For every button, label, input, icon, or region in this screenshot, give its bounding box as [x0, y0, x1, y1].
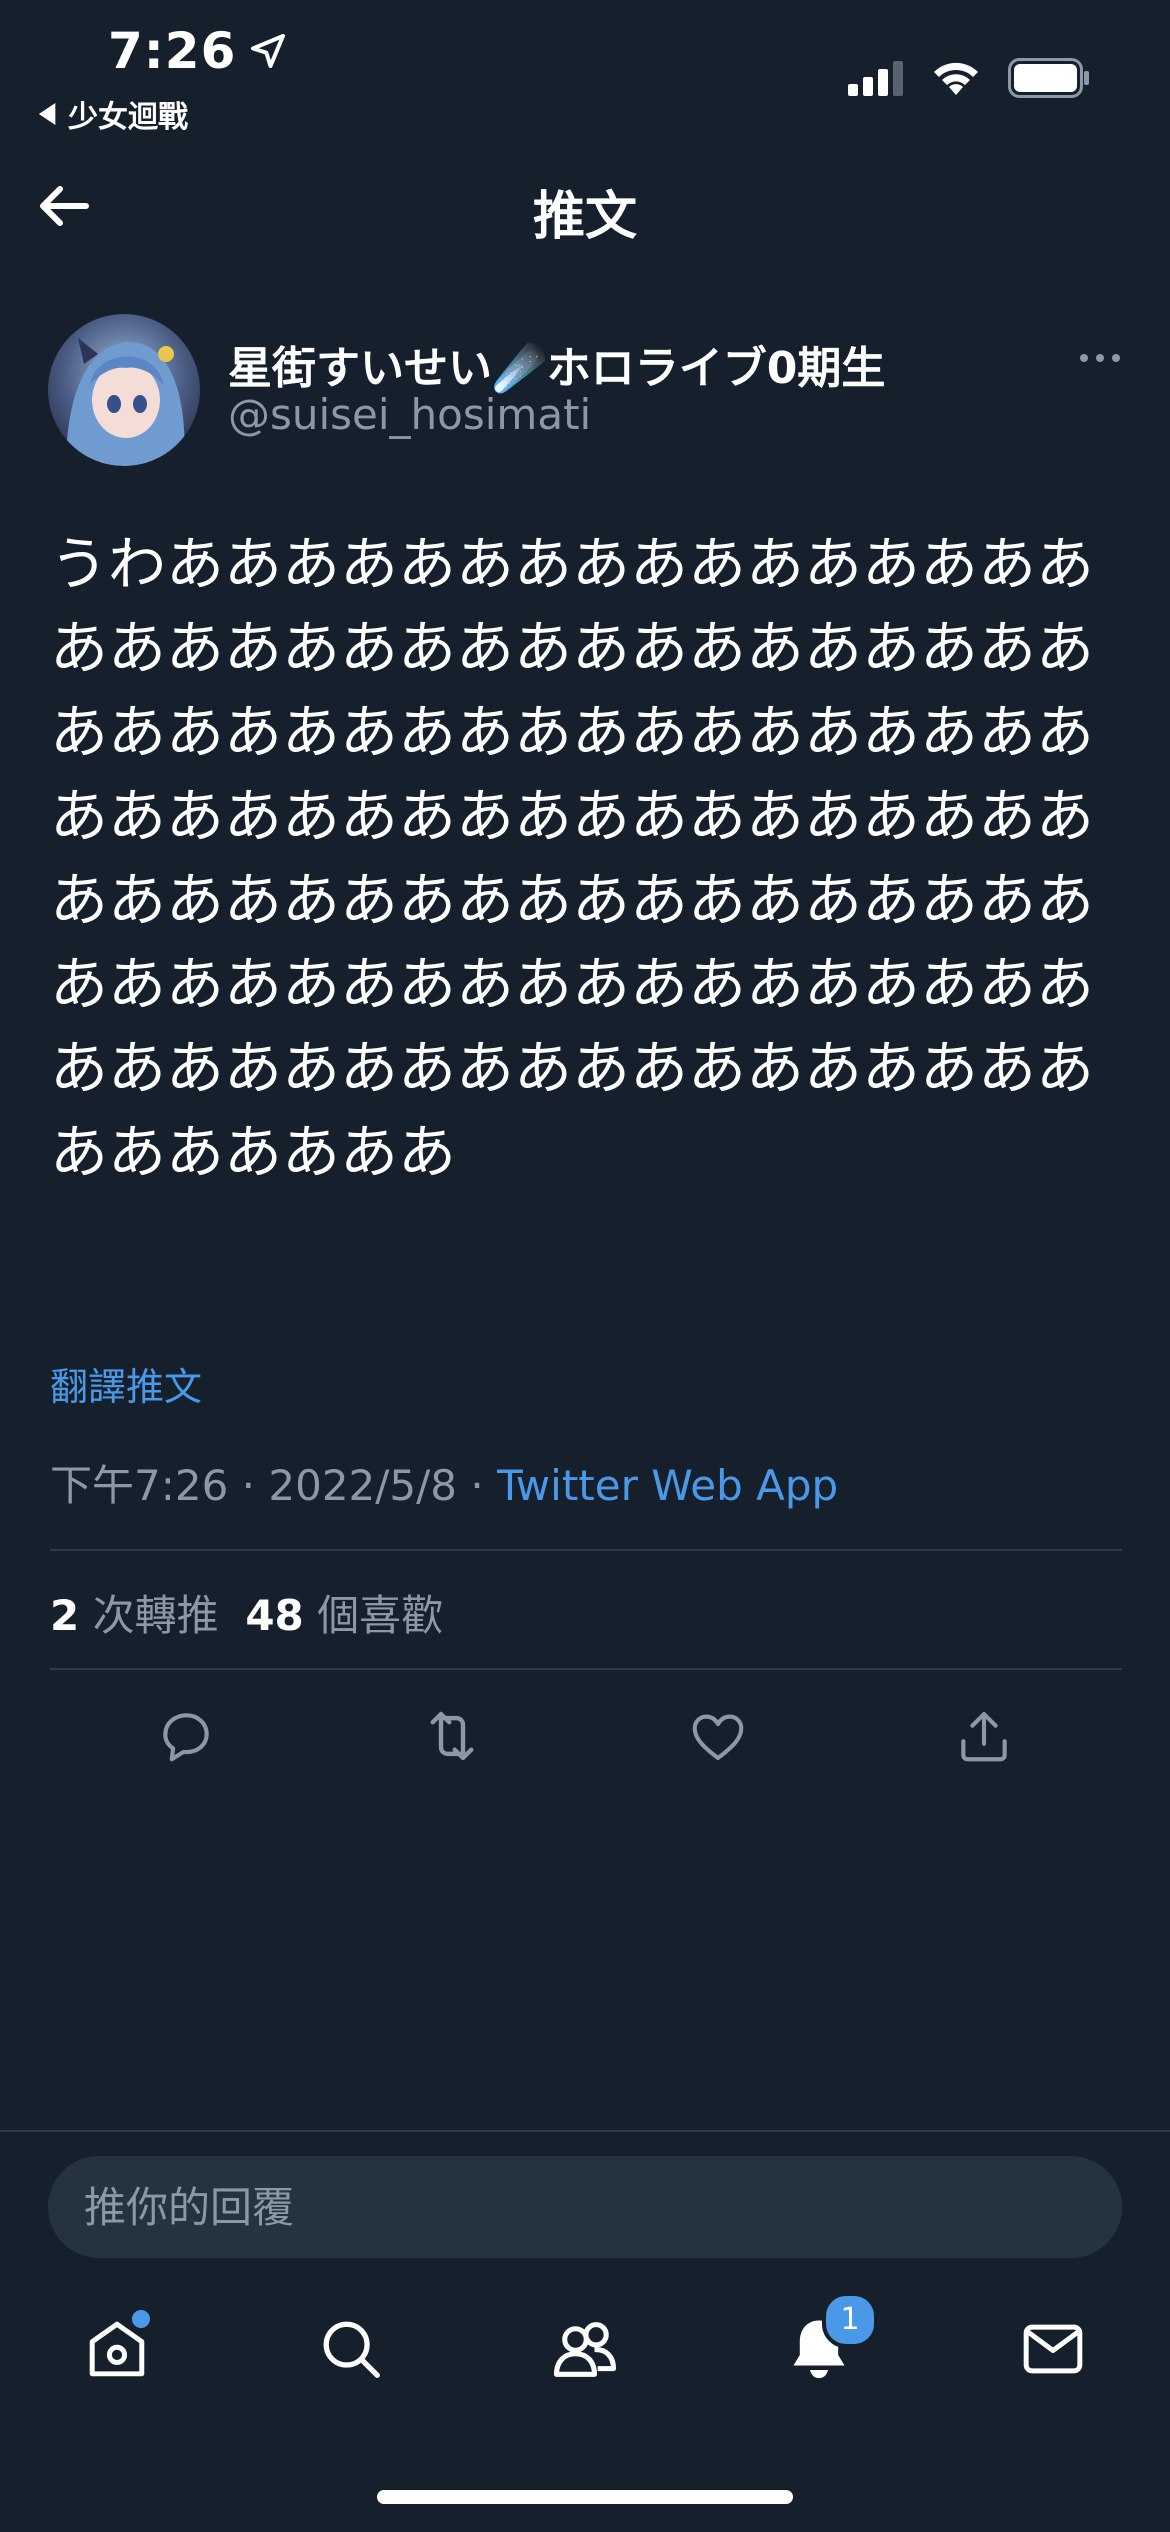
top-bar: 推文 [0, 150, 1170, 260]
tab-home[interactable] [72, 2304, 162, 2394]
communities-icon [553, 2322, 617, 2377]
retweet-button[interactable] [416, 1700, 488, 1772]
divider [50, 1668, 1122, 1670]
meta-separator: · [457, 1461, 498, 1510]
retweets-count: 2 [50, 1591, 80, 1640]
battery-icon [1008, 58, 1089, 98]
back-triangle-icon [38, 103, 56, 125]
tweet-author: 星街すいせい☄️ホロライブ0期生 @suisei_hosimati [48, 310, 1122, 470]
likes-label: 個喜歡 [317, 1591, 444, 1640]
home-unread-dot [132, 2310, 150, 2328]
status-indicators [848, 58, 1090, 98]
reply-input[interactable] [48, 2156, 1122, 2258]
back-to-app[interactable]: 少女迴戰 [38, 92, 188, 136]
share-icon [961, 1711, 1007, 1762]
tweet-stats: 2 次轉推 48 個喜歡 [50, 1582, 443, 1643]
retweets-label: 次轉推 [92, 1591, 219, 1640]
mail-icon [1023, 2324, 1083, 2374]
retweets-stat[interactable]: 2 次轉推 [50, 1591, 219, 1640]
share-button[interactable] [948, 1700, 1020, 1772]
translate-tweet-link[interactable]: 翻譯推文 [50, 1356, 202, 1411]
tweet-metadata: 下午7:26 · 2022/5/8 · Twitter Web App [50, 1452, 838, 1513]
display-name-label: 星街すいせい☄️ホロライブ0期生 [228, 343, 886, 394]
display-name[interactable]: 星街すいせい☄️ホロライブ0期生 [228, 332, 885, 396]
location-arrow-icon [251, 34, 286, 68]
tweet-date: 2022/5/8 [268, 1461, 458, 1510]
wifi-icon [934, 62, 978, 95]
back-app-label: 少女迴戰 [68, 100, 188, 135]
avatar[interactable] [48, 314, 200, 466]
reply-button[interactable] [150, 1700, 222, 1772]
tab-search[interactable] [306, 2304, 396, 2394]
bottom-tab-bar: 1 [0, 2292, 1170, 2410]
meta-separator: · [228, 1461, 269, 1510]
retweet-icon [430, 1711, 474, 1761]
page-title: 推文 [532, 187, 637, 247]
divider [0, 2130, 1170, 2132]
notifications-badge: 1 [822, 2292, 878, 2348]
tweet-time: 下午7:26 [50, 1461, 229, 1510]
status-time: 7:26 [108, 22, 288, 80]
heart-icon [692, 1714, 744, 1761]
tab-communities[interactable] [540, 2304, 630, 2394]
likes-count: 48 [245, 1591, 304, 1640]
divider [50, 1549, 1122, 1551]
home-indicator[interactable] [377, 2490, 793, 2504]
search-icon [323, 2321, 380, 2378]
avatar-image [48, 314, 200, 466]
tweet-text: うわああああああああああああああああああああああああああああああああああああああ… [50, 530, 1095, 1186]
likes-stat[interactable]: 48 個喜歡 [245, 1591, 443, 1640]
status-time-label: 7:26 [108, 22, 237, 80]
user-handle[interactable]: @suisei_hosimati [228, 390, 591, 439]
cellular-signal-icon [848, 61, 903, 96]
tweet-detail-screen: 7:26 少女迴戰 推文 星街すいせい☄️ホロライブ0期生 @suisei_ho… [0, 0, 1170, 2532]
tweet-actions [50, 1700, 1122, 1772]
tab-notifications[interactable]: 1 [774, 2292, 878, 2394]
tweet-source-link[interactable]: Twitter Web App [497, 1461, 838, 1510]
more-options-icon[interactable] [1078, 348, 1122, 368]
reply-icon [163, 1713, 209, 1762]
like-button[interactable] [682, 1700, 754, 1772]
tab-messages[interactable] [1008, 2304, 1098, 2394]
